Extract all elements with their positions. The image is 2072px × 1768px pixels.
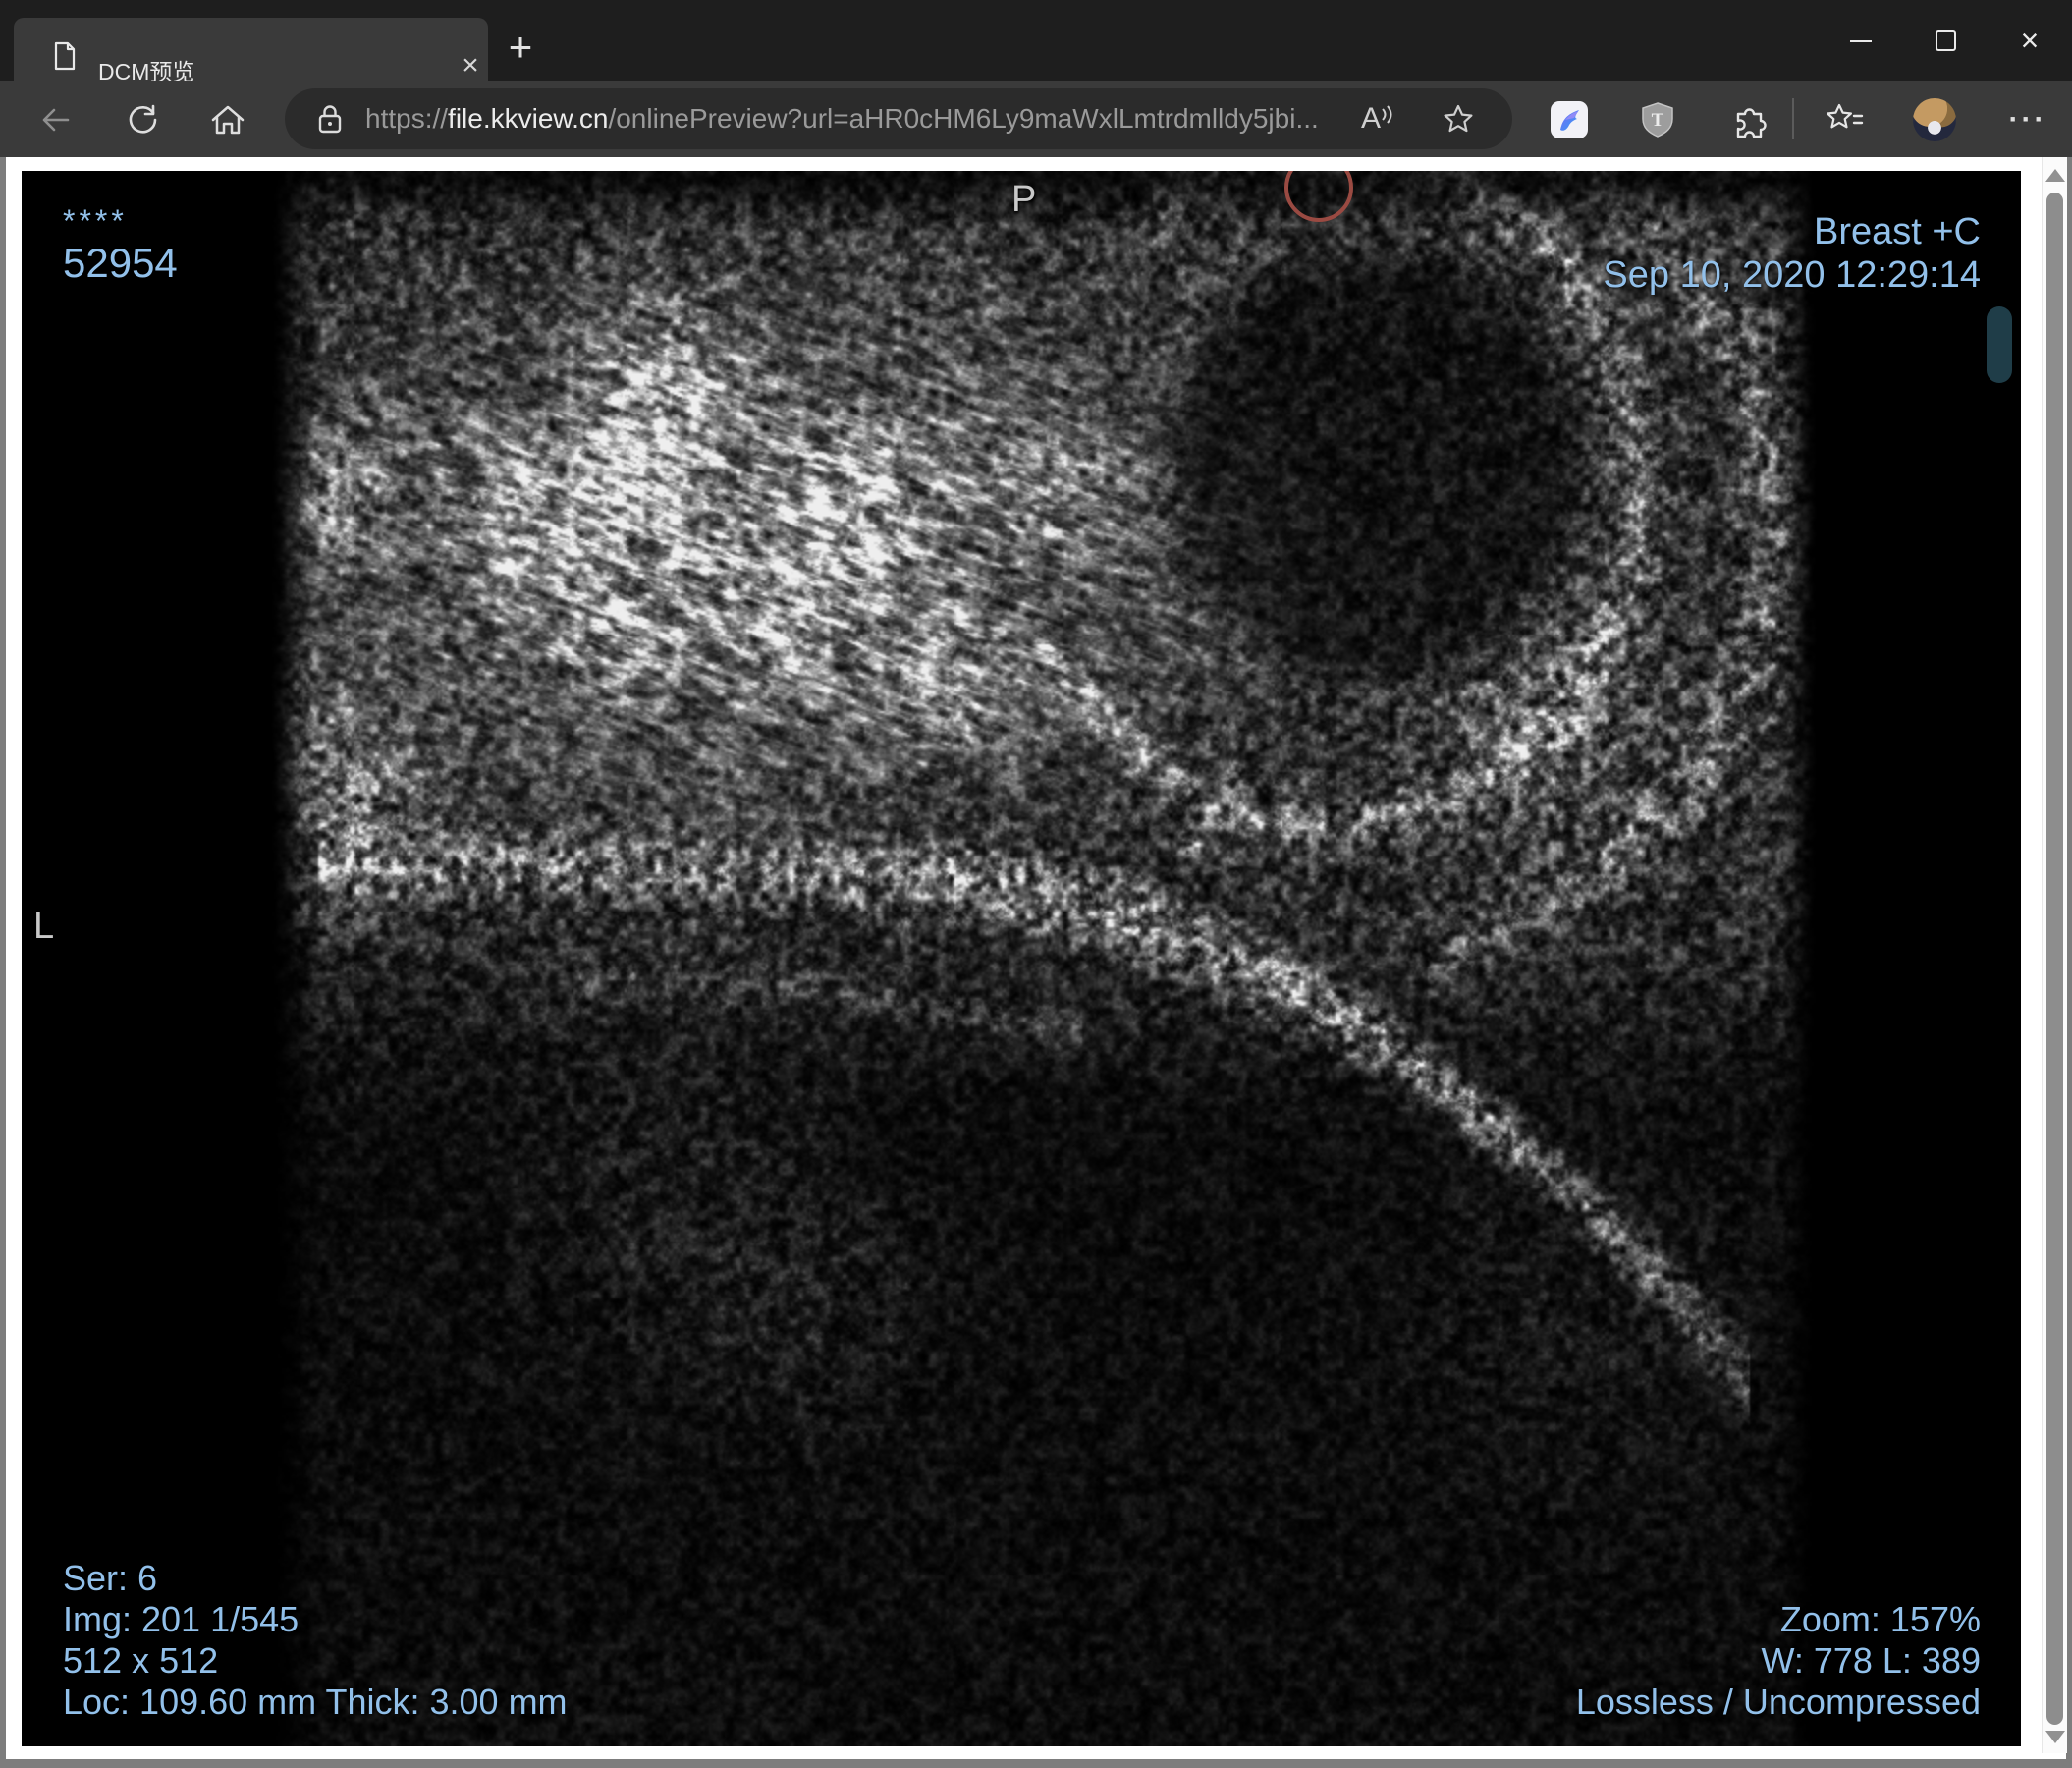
toolbar-divider	[1792, 98, 1794, 139]
address-bar[interactable]: https://file.kkview.cn/onlinePreview?url…	[285, 88, 1512, 149]
close-icon: ×	[2020, 23, 2040, 58]
image-matrix: 512 x 512	[63, 1640, 219, 1681]
sound-waves-icon	[1382, 105, 1392, 124]
patient-name-masked: ****	[63, 203, 128, 239]
home-icon	[211, 105, 245, 135]
zoom-level: Zoom: 157%	[1779, 1599, 1981, 1639]
back-button[interactable]	[34, 98, 78, 141]
extension-bird-button[interactable]	[1546, 96, 1593, 143]
lock-icon[interactable]	[316, 103, 344, 135]
maximize-button[interactable]	[1903, 0, 1988, 81]
minimize-button[interactable]	[1819, 0, 1903, 81]
shield-icon: T	[1642, 102, 1673, 138]
browser-toolbar: https://file.kkview.cn/onlinePreview?url…	[0, 81, 2072, 157]
back-arrow-icon	[42, 108, 70, 132]
scroll-down-arrow[interactable]	[2045, 1731, 2065, 1743]
extension-shield-button[interactable]: T	[1634, 96, 1681, 143]
avatar	[1913, 98, 1956, 141]
browser-window: DCM预览 × + × https://file.kkview.cn/onlin…	[0, 0, 2072, 1768]
tab-strip: DCM预览 × + ×	[0, 0, 2072, 84]
overlay-study-info: Breast +C Sep 10, 2020 12:29:14	[1603, 210, 1981, 297]
document-icon	[53, 41, 77, 71]
mri-image[interactable]	[22, 171, 2021, 1746]
read-aloud-button[interactable]: A	[1361, 102, 1394, 136]
scrollbar-thumb[interactable]	[2046, 193, 2063, 1725]
orientation-marker-left: L	[33, 906, 55, 947]
url-host: file.kkview.cn	[448, 103, 609, 134]
bird-icon	[1551, 101, 1588, 138]
close-button[interactable]: ×	[1988, 0, 2072, 81]
overlay-display-info: Zoom: 157% W: 778 L: 389 Lossless / Unco…	[1576, 1599, 1981, 1723]
favorites-list-star-icon	[1827, 103, 1864, 129]
url-text: https://file.kkview.cn/onlinePreview?url…	[365, 103, 1319, 135]
tab-close-button[interactable]: ×	[452, 47, 489, 84]
extensions-menu-button[interactable]	[1725, 96, 1772, 143]
overlay-patient-info: **** 52954	[63, 204, 178, 289]
shield-letter: T	[1652, 110, 1664, 131]
read-aloud-letter: A	[1361, 102, 1382, 135]
series-number: Ser: 6	[63, 1558, 158, 1598]
puzzle-icon	[1736, 108, 1767, 138]
patient-id: 52954	[63, 240, 178, 286]
page-scrollbar[interactable]	[2042, 157, 2067, 1753]
scroll-up-arrow[interactable]	[2045, 169, 2065, 182]
image-number: Img: 201 1/545	[63, 1599, 300, 1639]
collections-button[interactable]	[1821, 96, 1868, 143]
star-icon	[1444, 104, 1473, 133]
study-description: Breast +C	[1813, 211, 1981, 252]
settings-menu-button[interactable]: ···	[2004, 96, 2051, 143]
window-controls: ×	[1819, 0, 2072, 81]
slice-location: Loc: 109.60 mm Thick: 3.00 mm	[63, 1682, 568, 1722]
compression-info: Lossless / Uncompressed	[1575, 1682, 1981, 1722]
new-tab-button[interactable]: +	[497, 26, 544, 71]
home-button[interactable]	[206, 98, 249, 141]
maximize-icon	[1935, 29, 1956, 51]
page-content: **** 52954 Breast +C Sep 10, 2020 12:29:…	[0, 157, 2072, 1768]
dicom-viewer: **** 52954 Breast +C Sep 10, 2020 12:29:…	[22, 171, 2021, 1746]
ellipsis-icon: ···	[2008, 103, 2047, 136]
minimize-icon	[1850, 40, 1872, 42]
window-level: W: 778 L: 389	[1761, 1640, 1982, 1681]
study-datetime: Sep 10, 2020 12:29:14	[1603, 254, 1981, 296]
favorite-star-button[interactable]	[1442, 102, 1475, 136]
viewer-scroll-indicator[interactable]	[1987, 306, 2012, 383]
orientation-marker-posterior: P	[1011, 179, 1037, 220]
overlay-series-info: Ser: 6 Img: 201 1/545 512 x 512 Loc: 109…	[63, 1558, 568, 1723]
url-path: /onlinePreview?url=aHR0cHM6Ly9maWxlLmtrd…	[608, 103, 1319, 134]
profile-button[interactable]	[1911, 96, 1958, 143]
refresh-icon	[129, 104, 157, 134]
refresh-button[interactable]	[121, 98, 164, 141]
url-protocol: https://	[365, 103, 449, 134]
browser-tab[interactable]: DCM预览 ×	[14, 18, 489, 84]
